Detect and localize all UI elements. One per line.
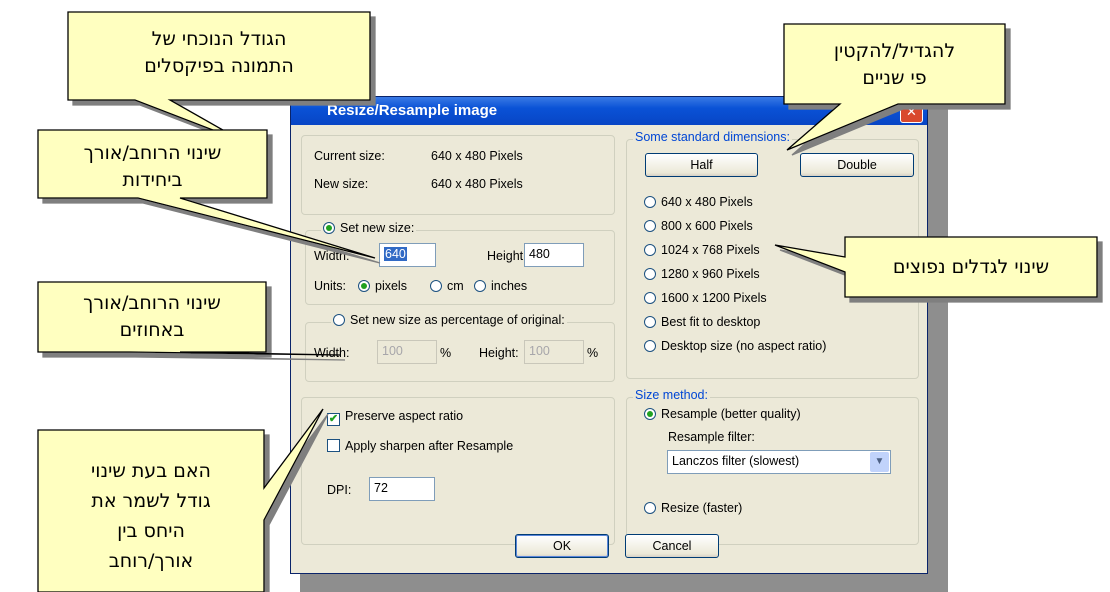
callout-line: הגודל הנוכחי של	[151, 28, 287, 50]
callout-half-double-text: להגדיל/להקטין פי שניים	[784, 38, 1005, 92]
callout-line: היחס בין	[117, 520, 185, 542]
callout-line: באחוזים	[119, 319, 185, 341]
callout-line: גודל לשמר את	[91, 490, 211, 512]
callout-line: שינוי לגדלים נפוצים	[892, 256, 1050, 278]
callout-percent-text: שינוי הרוחב/אורך באחוזים	[38, 290, 266, 344]
callout-common-sizes-text: שינוי לגדלים נפוצים	[845, 254, 1097, 281]
callout-line: ביחידות	[122, 169, 183, 191]
callout-line: פי שניים	[862, 67, 927, 89]
callout-aspect-text: האם בעת שינוי גודל לשמר את היחס בין אורך…	[38, 456, 264, 576]
callout-line: שינוי הרוחב/אורך	[83, 292, 221, 314]
callout-current-size-text: הגודל הנוכחי של התמונה בפיקסלים	[68, 26, 370, 80]
callout-line: שינוי הרוחב/אורך	[83, 142, 222, 164]
callout-line: האם בעת שינוי	[91, 460, 211, 482]
callout-line: אורך/רוחב	[108, 550, 194, 572]
callout-line: להגדיל/להקטין	[833, 40, 956, 62]
callout-line: התמונה בפיקסלים	[144, 55, 294, 77]
callout-units-text: שינוי הרוחב/אורך ביחידות	[38, 140, 267, 194]
